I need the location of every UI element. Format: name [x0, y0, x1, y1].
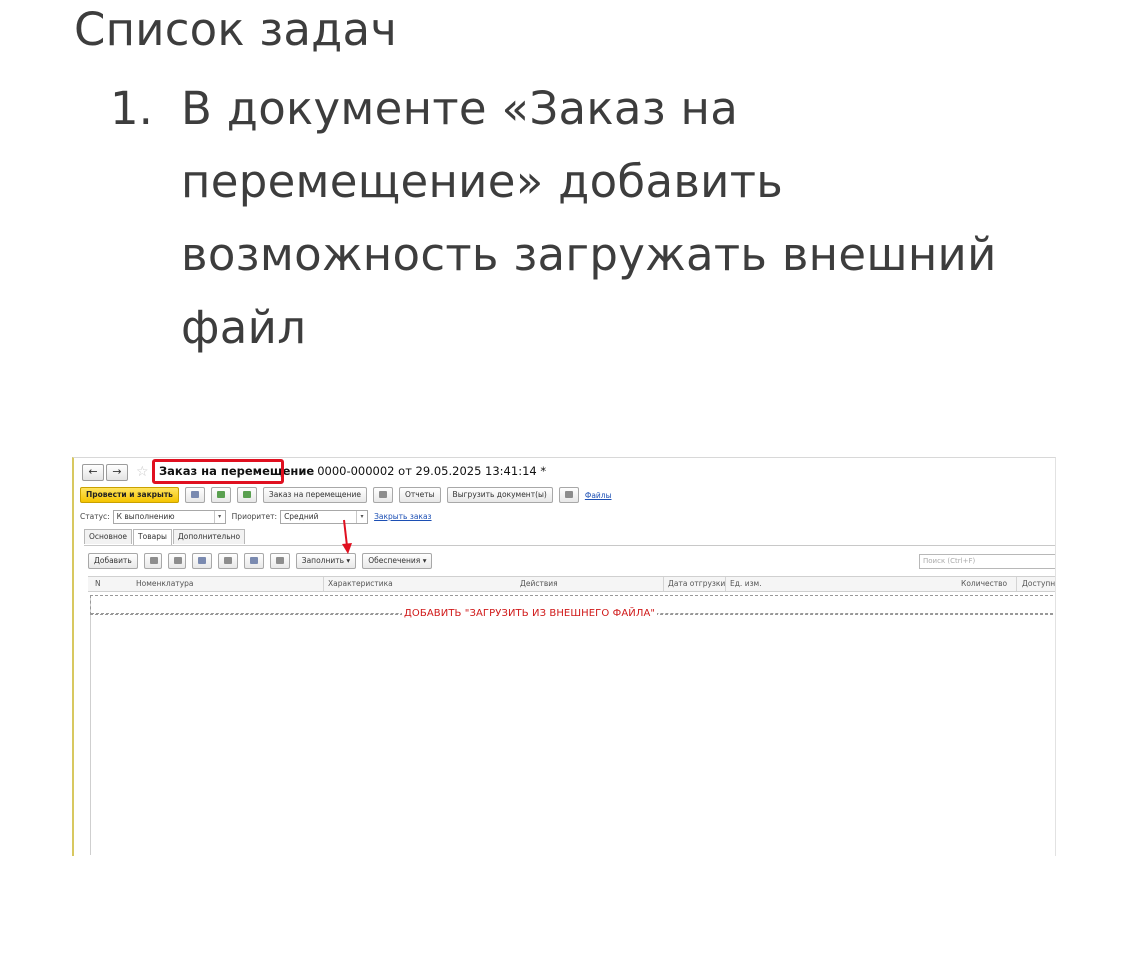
- move-down-icon[interactable]: [167, 553, 186, 569]
- document-form-screenshot: ← → ☆ Заказ на перемещение 0000-000002 о…: [72, 457, 1056, 856]
- column-header[interactable]: Дата отгрузки: [668, 577, 725, 591]
- form-header: ← → ☆: [82, 463, 153, 481]
- create-based-on-icon[interactable]: [236, 487, 257, 503]
- task-number: 1.: [110, 82, 153, 135]
- tab-main[interactable]: Основное: [84, 529, 133, 544]
- back-button[interactable]: ←: [82, 463, 104, 481]
- document-number: 0000-000002 от 29.05.2025 13:41:14 *: [317, 464, 547, 478]
- table-toolbar: Добавить Заполнить ▾ Обеспечения ▾: [88, 553, 438, 569]
- share-icon[interactable]: [243, 553, 264, 569]
- page-title: Список задач: [74, 3, 398, 56]
- print-transfer-order-button[interactable]: Заказ на перемещение: [262, 487, 367, 503]
- tab-divider: [84, 545, 1055, 546]
- attach-icon[interactable]: [558, 487, 579, 503]
- chevron-down-icon[interactable]: ▾: [213, 510, 225, 523]
- tab-goods[interactable]: Товары: [133, 529, 172, 545]
- form-tabs: Основное Товары Дополнительно: [84, 529, 246, 545]
- chevron-down-icon[interactable]: ▾: [356, 510, 367, 523]
- column-header[interactable]: Доступн: [1022, 577, 1055, 591]
- document-icon[interactable]: [372, 487, 393, 503]
- column-header[interactable]: N: [95, 577, 101, 591]
- favorite-star-icon[interactable]: ☆: [136, 464, 149, 480]
- status-row: Статус: К выполнению ▾ Приоритет: Средни…: [80, 509, 432, 524]
- table-header: N Номенклатура Характеристика Действия Д…: [88, 576, 1055, 592]
- title-highlight-box: [152, 459, 284, 484]
- priority-label: Приоритет:: [231, 512, 278, 521]
- tab-additional[interactable]: Дополнительно: [172, 529, 246, 544]
- table-left-border: [90, 595, 91, 855]
- files-link[interactable]: Файлы: [585, 491, 612, 500]
- post-icon[interactable]: [210, 487, 231, 503]
- save-icon[interactable]: [184, 487, 205, 503]
- copy-icon[interactable]: [191, 553, 212, 569]
- annotation-arrow-icon: [342, 519, 352, 554]
- paste-icon[interactable]: [217, 553, 238, 569]
- column-header[interactable]: Ед. изм.: [730, 577, 762, 591]
- close-order-link[interactable]: Закрыть заказ: [374, 512, 432, 521]
- column-header[interactable]: Действия: [520, 577, 558, 591]
- add-row-button[interactable]: Добавить: [88, 553, 138, 569]
- status-label: Статус:: [80, 512, 110, 521]
- post-and-close-button[interactable]: Провести и закрыть: [80, 487, 179, 503]
- forward-button[interactable]: →: [106, 463, 128, 481]
- reports-button[interactable]: Отчеты: [398, 487, 441, 503]
- status-select[interactable]: К выполнению ▾: [112, 509, 226, 524]
- annotation-text: ДОБАВИТЬ "ЗАГРУЗИТЬ ИЗ ВНЕШНЕГО ФАЙЛА": [402, 608, 658, 619]
- task-text: В документе «Заказ на перемещение» добав…: [181, 82, 997, 354]
- barcode-icon[interactable]: [269, 553, 290, 569]
- search-input[interactable]: Поиск (Ctrl+F): [919, 554, 1055, 569]
- column-header[interactable]: Номенклатура: [136, 577, 194, 591]
- provision-button[interactable]: Обеспечения ▾: [362, 553, 433, 569]
- move-up-icon[interactable]: [143, 553, 162, 569]
- column-header[interactable]: Количество: [961, 577, 1007, 591]
- form-toolbar: Провести и закрыть Заказ на перемещение …: [80, 487, 612, 503]
- column-header[interactable]: Характеристика: [328, 577, 393, 591]
- export-documents-button[interactable]: Выгрузить документ(ы): [446, 487, 553, 503]
